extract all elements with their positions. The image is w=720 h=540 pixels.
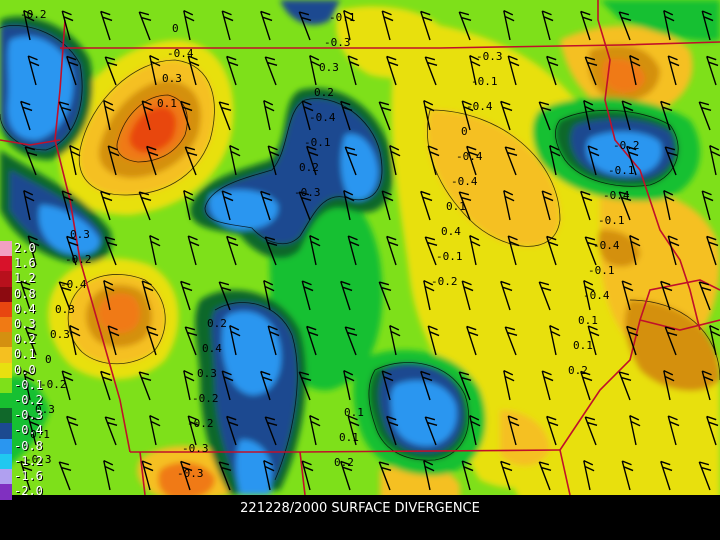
legend-item: -2.0	[0, 483, 70, 501]
legend-label: -0.3	[14, 408, 43, 423]
legend-swatch	[0, 484, 12, 501]
contour-label: -0.4	[167, 47, 194, 60]
contour-label: -0.1	[598, 214, 625, 227]
legend-label: 0.8	[14, 286, 36, 301]
contour-label: -0.4	[466, 100, 493, 113]
contour-label: -0.2	[192, 392, 219, 405]
contour-label: -0.2	[187, 417, 214, 430]
contour-label: 0.1	[339, 431, 359, 444]
contour-label: 0.3	[70, 228, 90, 241]
legend-label: 0.3	[14, 317, 36, 331]
contour-label: -0.1	[304, 136, 331, 149]
contour-label: -0.1	[608, 164, 635, 177]
contour-label: 0.1	[157, 97, 177, 110]
legend-label: -2.0	[14, 484, 43, 499]
contour-label: -0.1	[588, 264, 615, 277]
contour-label: -0.4	[309, 111, 336, 124]
map-caption: 221228/2000 SURFACE DIVERGENCE	[240, 501, 480, 516]
contour-label: 0.1	[578, 314, 598, 327]
contour-label: -0.1	[436, 250, 463, 263]
contour-label: -0.2	[431, 275, 458, 288]
contour-label: 0.2	[299, 161, 319, 174]
divergence-map: -0.20.1-0.3-0.20.2-0.30.30.2-0.10.10.1-0…	[0, 0, 720, 495]
legend-label: -1.6	[14, 469, 43, 483]
legend-label: -1.2	[14, 453, 43, 468]
color-legend: 2.0 1.6 1.2 0.8 0.4 0.3 0.2 0.1 0.0 -0.1 -0.2 -0.3-…	[0, 240, 70, 515]
contour-label: -0.3	[324, 36, 351, 49]
legend-label: 2.0	[14, 241, 36, 255]
legend-label: 1.2	[14, 271, 36, 286]
contour-label: 0	[461, 125, 468, 138]
contour-label: -0.2	[20, 8, 47, 21]
contour-label: 0.1	[344, 406, 364, 419]
contour-label: -0.2	[613, 139, 640, 152]
contour-label: -0.4	[583, 289, 610, 302]
contour-label: -0.4	[451, 175, 478, 188]
contour-label: 0.3	[197, 367, 217, 380]
legend-label: -0.4	[14, 423, 43, 438]
contour-label: -0.3	[294, 186, 321, 199]
legend-label: 1.6	[14, 256, 36, 271]
contour-label: 0.2	[334, 456, 354, 469]
legend-label: 0.4	[14, 301, 36, 316]
contour-label: -0.3	[182, 442, 209, 455]
contour-label: -0.4	[593, 239, 620, 252]
contour-label: -0.3	[177, 467, 204, 480]
legend-label: 0.1	[14, 347, 36, 362]
contour-label: 0.2	[314, 86, 334, 99]
legend-label: 0.2	[14, 332, 36, 347]
contour-label: -0.1	[471, 75, 498, 88]
legend-label: 0.0	[14, 362, 36, 377]
contour-label: -0.3	[476, 50, 503, 63]
contour-label: 0.4	[441, 225, 461, 238]
contour-label: 0.1	[446, 200, 466, 213]
contour-label: 0	[172, 22, 179, 35]
legend-label: -0.8	[14, 438, 43, 453]
contour-label: 0.4	[202, 342, 222, 355]
contour-label: -0.4	[456, 150, 483, 163]
contour-label: 0.3	[162, 72, 182, 85]
contour-label: -0.1	[329, 11, 356, 24]
contour-label: 0.3	[319, 61, 339, 74]
contour-label: 0.1	[573, 339, 593, 352]
legend-label: -0.1	[14, 377, 43, 392]
contour-label: 0.2	[207, 317, 227, 330]
contour-label: -0.4	[603, 189, 630, 202]
contour-label: 0.2	[568, 364, 588, 377]
legend-label: -0.2	[14, 393, 43, 407]
